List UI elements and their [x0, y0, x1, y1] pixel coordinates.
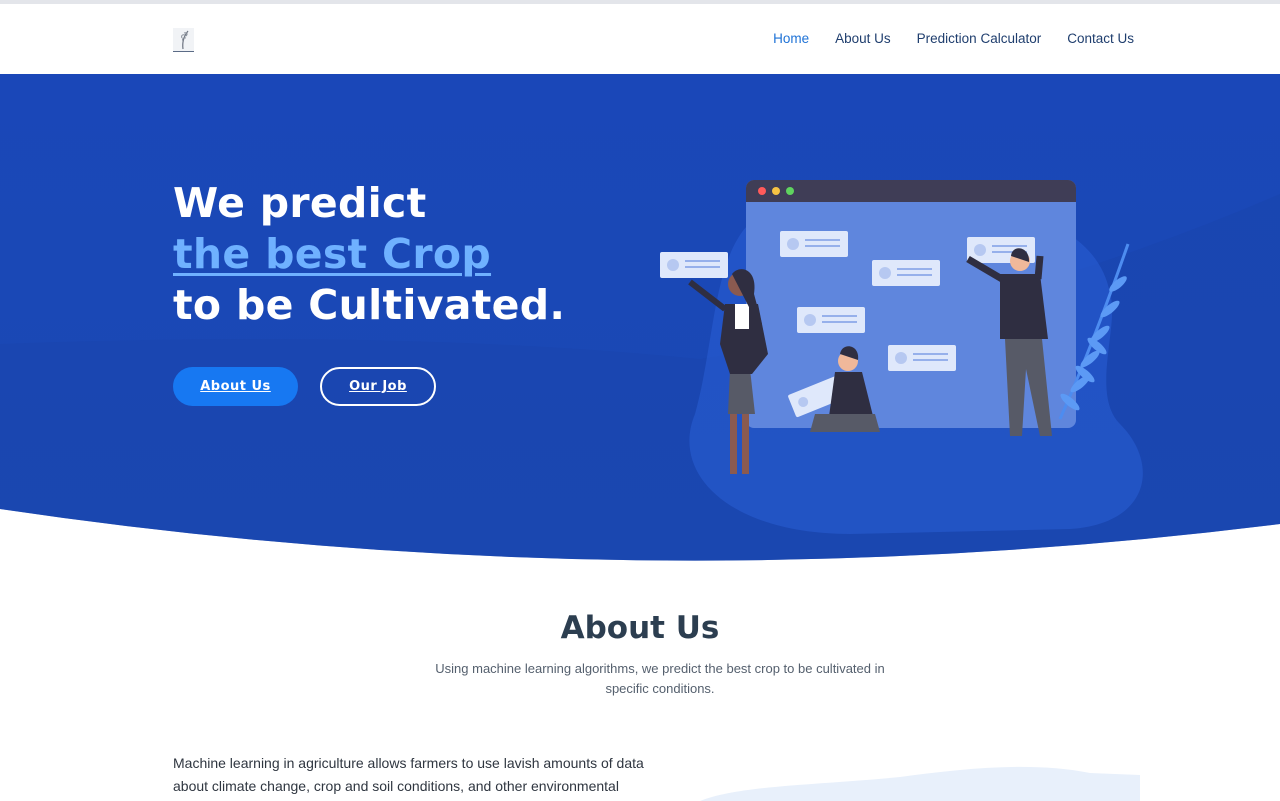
site-header: Home About Us Prediction Calculator Cont…	[0, 4, 1280, 74]
nav-prediction-calculator[interactable]: Prediction Calculator	[917, 31, 1042, 46]
about-us-body: Machine learning in agriculture allows f…	[173, 755, 644, 794]
wheat-logo-icon[interactable]	[173, 28, 194, 52]
about-illustration-blob	[700, 766, 1140, 801]
nav-home[interactable]: Home	[773, 31, 809, 46]
headline-highlight[interactable]: the best Crop	[173, 229, 633, 280]
team-illustration	[660, 180, 1143, 534]
hero-section: We predict the best Crop to be Cultivate…	[0, 74, 1280, 564]
our-job-button[interactable]: Our Job	[320, 367, 436, 406]
about-us-heading: About Us	[560, 610, 720, 646]
about-us-button[interactable]: About Us	[173, 367, 298, 406]
about-us-subtitle: Using machine learning algorithms, we pr…	[435, 661, 885, 696]
main-nav: Home About Us Prediction Calculator Cont…	[773, 31, 1134, 46]
nav-about-us[interactable]: About Us	[835, 31, 891, 46]
nav-contact-us[interactable]: Contact Us	[1067, 31, 1134, 46]
headline-line-3: to be Cultivated.	[173, 281, 566, 329]
hero-headline: We predict the best Crop to be Cultivate…	[173, 178, 633, 331]
headline-line-1: We predict	[173, 179, 427, 227]
